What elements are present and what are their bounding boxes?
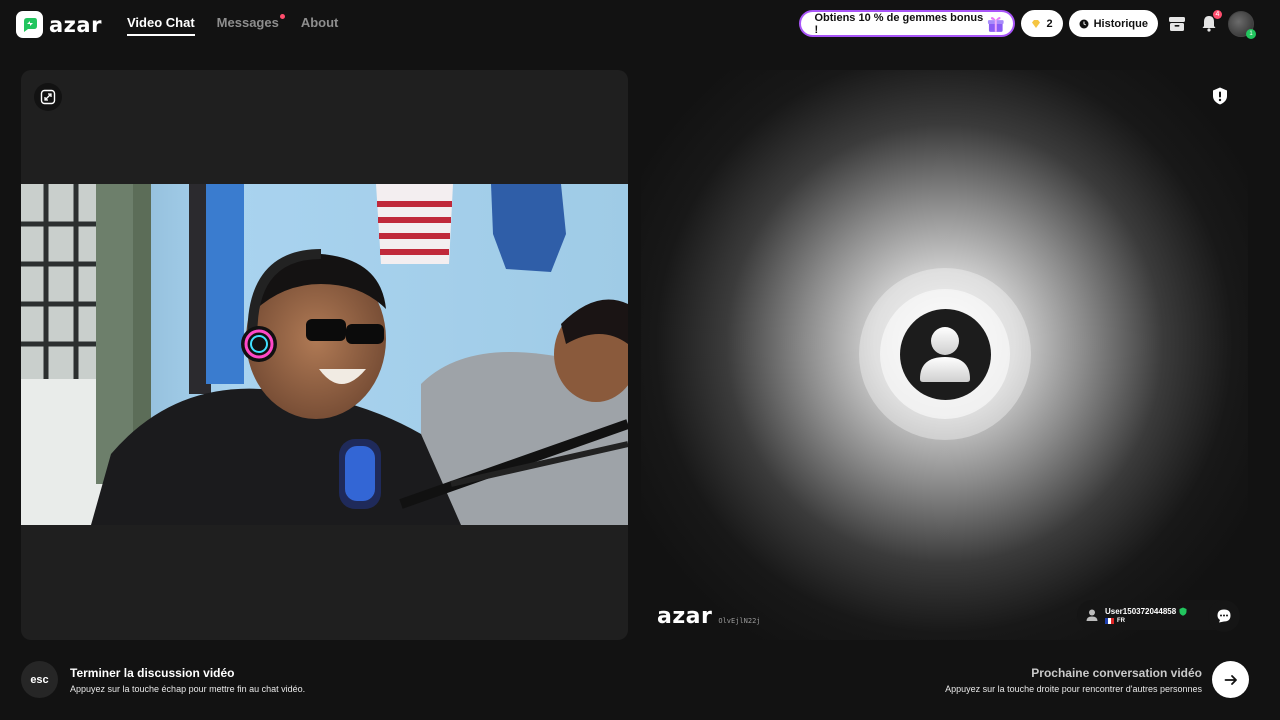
messages-unread-dot — [279, 14, 285, 19]
verified-shield-icon — [1179, 607, 1187, 616]
report-button[interactable] — [1210, 86, 1230, 106]
header-actions: Obtiens 10 % de gemmes bonus ! 2 Histori… — [799, 9, 1256, 39]
gems-balance-button[interactable]: 2 — [1021, 10, 1063, 37]
next-chat-subtitle: Appuyez sur la touche droite pour rencon… — [945, 683, 1202, 694]
history-label: Historique — [1093, 17, 1148, 30]
top-bar: azar Video Chat Messages About Obtiens 1… — [0, 0, 1280, 48]
azar-watermark: azar OlvEjlN22j — [657, 604, 761, 629]
azar-logo-icon — [16, 11, 43, 38]
expand-icon — [40, 89, 56, 105]
shield-alert-icon — [1213, 87, 1227, 105]
gift-icon — [987, 16, 1004, 32]
gem-icon — [1032, 19, 1041, 28]
watermark-brand: azar — [657, 604, 713, 629]
user-icon — [1086, 609, 1098, 621]
promo-label: Obtiens 10 % de gemmes bonus ! — [814, 11, 984, 36]
end-chat-title: Terminer la discussion vidéo — [70, 665, 235, 680]
avatar-level-badge: 1 — [1246, 28, 1256, 39]
local-webcam-feed — [21, 184, 628, 525]
clock-icon — [1079, 19, 1089, 28]
remote-user-name-row: User150372044858 — [1105, 607, 1187, 616]
nav-about[interactable]: About — [301, 15, 339, 36]
main-nav: Video Chat Messages About — [127, 14, 339, 36]
user-silhouette-icon — [920, 327, 970, 382]
expand-button[interactable] — [34, 83, 62, 111]
nav-messages[interactable]: Messages — [216, 14, 285, 36]
arrow-right-icon — [1224, 674, 1237, 685]
bonus-gems-promo-button[interactable]: Obtiens 10 % de gemmes bonus ! — [799, 10, 1016, 37]
azar-logo[interactable]: azar — [16, 11, 102, 38]
nav-messages-label: Messages — [216, 15, 279, 30]
webcam-scene-image — [21, 184, 628, 525]
next-chat-button[interactable] — [1212, 661, 1249, 698]
notifications-button[interactable]: 4 — [1196, 9, 1222, 37]
next-chat-title: Prochaine conversation vidéo — [1031, 665, 1202, 680]
waiting-avatar-ring — [880, 289, 1010, 419]
waiting-avatar — [859, 268, 1031, 440]
france-flag-icon — [1105, 617, 1114, 624]
chat-button[interactable] — [1208, 600, 1240, 632]
waiting-avatar-core — [899, 308, 991, 400]
remote-user-name: User150372044858 — [1105, 606, 1177, 616]
gems-count: 2 — [1046, 17, 1053, 30]
next-chat-hint: Prochaine conversation vidéo Appuyez sur… — [945, 661, 1249, 698]
chat-bubble-icon — [1217, 609, 1231, 623]
remote-user-country: FR — [1117, 617, 1125, 624]
history-button[interactable]: Historique — [1068, 10, 1158, 37]
azar-logo-text: azar — [49, 12, 102, 37]
inbox-button[interactable] — [1164, 11, 1190, 37]
watermark-id: OlvEjlN22j — [718, 617, 761, 625]
notification-count-badge: 4 — [1213, 9, 1222, 19]
profile-avatar[interactable]: 1 — [1228, 10, 1256, 39]
nav-video-chat[interactable]: Video Chat — [127, 15, 195, 36]
end-chat-subtitle: Appuyez sur la touche échap pour mettre … — [70, 683, 306, 694]
end-chat-hint: esc Terminer la discussion vidéo Appuyez… — [21, 661, 305, 698]
local-video-panel — [21, 70, 628, 640]
remote-video-panel: azar OlvEjlN22j User150372044858 FR — [641, 70, 1248, 640]
end-chat-button[interactable]: esc — [21, 661, 58, 698]
archive-icon — [1169, 16, 1185, 31]
remote-user-country-row: FR — [1105, 617, 1187, 624]
